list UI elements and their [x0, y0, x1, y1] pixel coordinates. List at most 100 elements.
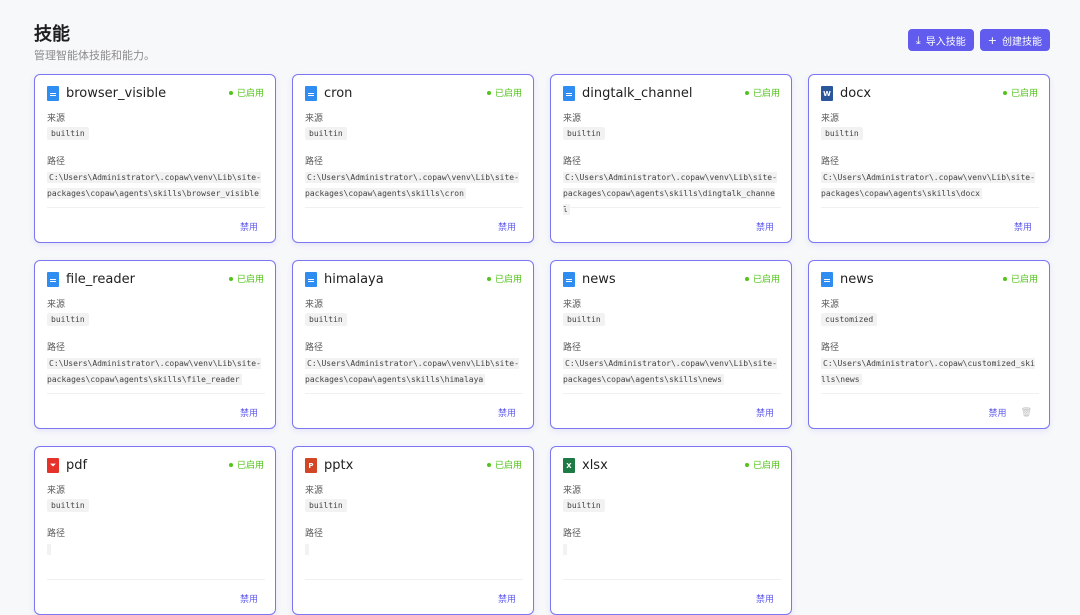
- source-value: builtin: [47, 499, 89, 512]
- status-dot: [1002, 90, 1007, 95]
- status-dot: [486, 462, 491, 467]
- disable-button[interactable]: 禁用: [240, 592, 258, 605]
- status-dot: [486, 276, 491, 281]
- divider: [821, 393, 1039, 394]
- disable-button[interactable]: 禁用: [498, 406, 516, 419]
- status-badge: 已启用: [1002, 86, 1038, 99]
- source-label: 来源: [47, 114, 66, 124]
- disable-button[interactable]: 禁用: [989, 406, 1007, 419]
- card-actions: 禁用: [240, 592, 258, 605]
- skill-card[interactable]: X xlsx 已启用 来源 builtin 路径 禁用: [550, 446, 792, 615]
- path-text: [305, 544, 309, 555]
- status-badge: 已启用: [1002, 272, 1038, 285]
- card-actions: 禁用: [756, 592, 774, 605]
- path-label: 路径: [821, 157, 840, 167]
- divider: [563, 207, 781, 208]
- skill-name: news: [582, 272, 616, 287]
- page-subtitle: 管理智能体技能和能力。: [34, 49, 155, 62]
- disable-button[interactable]: 禁用: [240, 220, 258, 233]
- skill-card[interactable]: browser_visible 已启用 来源 builtin 路径 C:\Use…: [34, 74, 276, 243]
- source-label: 来源: [563, 300, 582, 310]
- skill-card[interactable]: ⏷ pdf 已启用 来源 builtin 路径 禁用: [34, 446, 276, 615]
- import-skill-button[interactable]: ⤓ 导入技能: [907, 29, 974, 51]
- path-value: C:\Users\Administrator\.copaw\venv\Lib\s…: [47, 356, 265, 388]
- skill-name: news: [840, 272, 874, 287]
- skill-card[interactable]: news 已启用 来源 customized 路径 C:\Users\Admin…: [808, 260, 1050, 429]
- source-label: 来源: [563, 114, 582, 124]
- divider: [305, 393, 523, 394]
- status-badge: 已启用: [744, 86, 780, 99]
- disable-button[interactable]: 禁用: [498, 220, 516, 233]
- source-value: builtin: [305, 499, 347, 512]
- source-label: 来源: [305, 300, 324, 310]
- source-label: 来源: [563, 486, 582, 496]
- ppt-icon: P: [305, 458, 317, 473]
- disable-button[interactable]: 禁用: [756, 220, 774, 233]
- skills-grid: browser_visible 已启用 来源 builtin 路径 C:\Use…: [34, 74, 1050, 615]
- status-dot: [228, 276, 233, 281]
- skill-card[interactable]: W docx 已启用 来源 builtin 路径 C:\Users\Admini…: [808, 74, 1050, 243]
- card-header: browser_visible: [47, 86, 166, 101]
- doc-icon: [47, 272, 59, 287]
- path-text: C:\Users\Administrator\.copaw\venv\Lib\s…: [305, 358, 519, 385]
- disable-button[interactable]: 禁用: [498, 592, 516, 605]
- skill-name: himalaya: [324, 272, 384, 287]
- path-value: C:\Users\Administrator\.copaw\customized…: [821, 356, 1039, 388]
- skill-name: pptx: [324, 458, 354, 473]
- path-label: 路径: [47, 529, 66, 539]
- disable-button[interactable]: 禁用: [240, 406, 258, 419]
- source-value: builtin: [47, 313, 89, 326]
- source-label: 来源: [47, 300, 66, 310]
- divider: [47, 207, 265, 208]
- source-value: customized: [821, 313, 878, 326]
- path-value: [305, 542, 523, 558]
- skill-card[interactable]: himalaya 已启用 来源 builtin 路径 C:\Users\Admi…: [292, 260, 534, 429]
- divider: [563, 579, 781, 580]
- card-header: news: [563, 272, 616, 287]
- disable-button[interactable]: 禁用: [756, 592, 774, 605]
- delete-icon[interactable]: 🗑: [1021, 408, 1032, 418]
- skill-name: file_reader: [66, 272, 135, 287]
- path-text: C:\Users\Administrator\.copaw\venv\Lib\s…: [47, 172, 261, 199]
- source-value: builtin: [305, 313, 347, 326]
- status-dot: [744, 90, 749, 95]
- path-label: 路径: [305, 157, 324, 167]
- divider: [47, 579, 265, 580]
- status-label: 已启用: [236, 89, 264, 99]
- card-actions: 禁用: [498, 220, 516, 233]
- skill-card[interactable]: P pptx 已启用 来源 builtin 路径 禁用: [292, 446, 534, 615]
- card-header: file_reader: [47, 272, 135, 287]
- source-value: builtin: [821, 127, 863, 140]
- skill-card[interactable]: file_reader 已启用 来源 builtin 路径 C:\Users\A…: [34, 260, 276, 429]
- skill-card[interactable]: cron 已启用 来源 builtin 路径 C:\Users\Administ…: [292, 74, 534, 243]
- status-badge: 已启用: [228, 458, 264, 471]
- toolbar: ⤓ 导入技能 + 创建技能: [907, 29, 1050, 51]
- status-badge: 已启用: [228, 86, 264, 99]
- status-label: 已启用: [752, 89, 780, 99]
- status-badge: 已启用: [744, 272, 780, 285]
- skill-card[interactable]: news 已启用 来源 builtin 路径 C:\Users\Administ…: [550, 260, 792, 429]
- divider: [563, 393, 781, 394]
- status-dot: [1002, 276, 1007, 281]
- path-text: C:\Users\Administrator\.copaw\customized…: [821, 358, 1035, 385]
- status-label: 已启用: [752, 461, 780, 471]
- download-icon: ⤓: [915, 33, 921, 47]
- status-badge: 已启用: [486, 86, 522, 99]
- doc-icon: [47, 86, 59, 101]
- create-skill-button[interactable]: + 创建技能: [979, 29, 1050, 51]
- card-actions: 禁用: [240, 220, 258, 233]
- disable-button[interactable]: 禁用: [1014, 220, 1032, 233]
- disable-button[interactable]: 禁用: [756, 406, 774, 419]
- source-label: 来源: [305, 114, 324, 124]
- status-label: 已启用: [494, 89, 522, 99]
- status-label: 已启用: [752, 275, 780, 285]
- create-skill-label: 创建技能: [1002, 36, 1042, 48]
- card-header: news: [821, 272, 874, 287]
- skill-name: browser_visible: [66, 86, 167, 101]
- divider: [305, 207, 523, 208]
- status-label: 已启用: [236, 275, 264, 285]
- skill-card[interactable]: dingtalk_channel 已启用 来源 builtin 路径 C:\Us…: [550, 74, 792, 243]
- path-value: C:\Users\Administrator\.copaw\venv\Lib\s…: [563, 170, 781, 218]
- path-text: [563, 544, 567, 555]
- card-header: dingtalk_channel: [563, 86, 693, 101]
